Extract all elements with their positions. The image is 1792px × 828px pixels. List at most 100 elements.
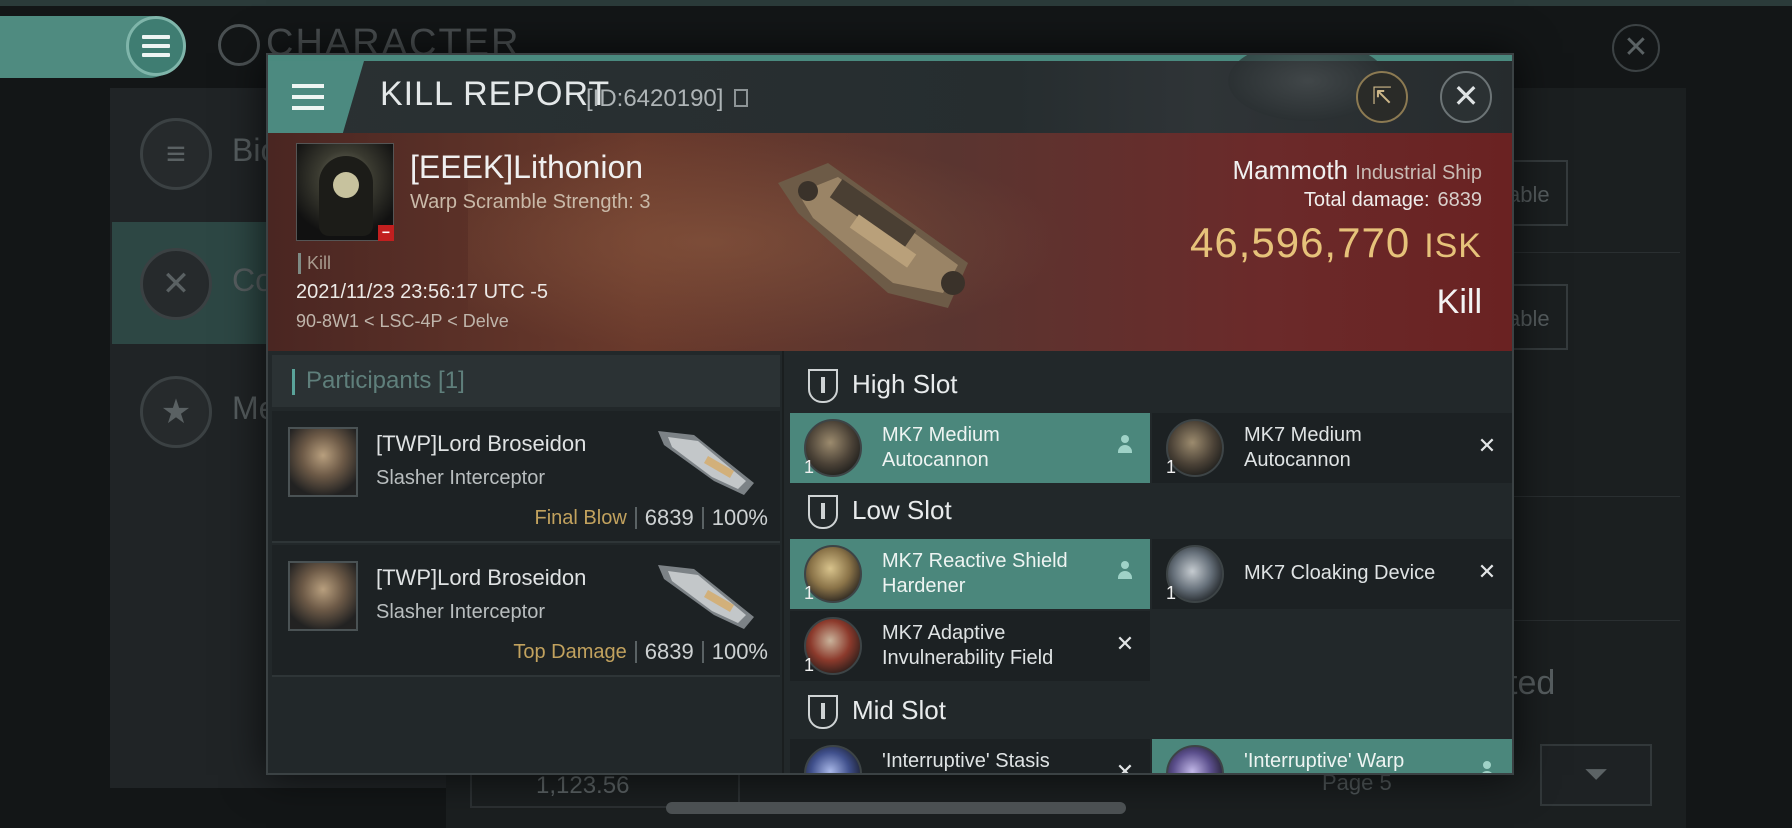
close-icon: ✕	[1115, 631, 1135, 656]
participant-avatar[interactable]	[288, 561, 358, 631]
hostile-badge-icon: −	[378, 225, 394, 241]
slot-label: High Slot	[852, 369, 958, 399]
participant-avatar[interactable]	[288, 427, 358, 497]
victim-ship-name[interactable]: Mammoth Industrial Ship	[1232, 155, 1482, 186]
divider	[634, 507, 637, 529]
fitting-panel: High Slot 1 MK7 Medium Autocannon 1 MK7 …	[786, 351, 1512, 773]
star-icon: ★	[140, 376, 212, 448]
module-item[interactable]: 1 'Interruptive' Stasis ✕	[790, 739, 1150, 773]
participant-row[interactable]: [TWP]Lord Broseidon Slasher Interceptor …	[272, 545, 780, 677]
divider	[701, 507, 704, 529]
close-icon: ✕	[1477, 433, 1497, 458]
close-icon: ✕	[1477, 559, 1497, 584]
module-quantity: 1	[804, 583, 815, 603]
crossed-swords-icon: ✕	[140, 248, 212, 320]
mid-slot-icon	[808, 695, 838, 729]
divider	[701, 641, 704, 663]
module-quantity: 1	[1166, 457, 1177, 477]
header-accent	[292, 369, 295, 395]
module-quantity: 1	[804, 457, 815, 477]
horizontal-scrollbar[interactable]	[666, 802, 1126, 814]
module-item[interactable]: 1 MK7 Medium Autocannon	[790, 413, 1150, 483]
victim-subtitle: Warp Scramble Strength: 3	[410, 191, 651, 213]
menu-icon	[142, 35, 170, 57]
high-slot-header: High Slot	[790, 357, 1512, 413]
copy-icon[interactable]	[734, 89, 748, 107]
module-item[interactable]: 1 MK7 Medium Autocannon ✕	[1152, 413, 1512, 483]
participant-ship: Slasher Interceptor	[376, 467, 545, 489]
slot-label: Low Slot	[852, 495, 952, 525]
participant-stats: Top Damage 6839 100%	[513, 639, 768, 665]
isk-amount: 46,596,770	[1189, 219, 1411, 266]
module-name: MK7 Medium Autocannon	[1244, 424, 1362, 471]
participant-stats: Final Blow 6839 100%	[535, 505, 769, 531]
participant-label: Final Blow	[534, 506, 627, 529]
person-icon	[1476, 761, 1498, 773]
filter-button[interactable]: ⏷	[1540, 744, 1652, 806]
participant-name[interactable]: [TWP]Lord Broseidon	[376, 431, 586, 457]
warp-disruptor-icon	[1166, 745, 1224, 773]
participant-ship-image	[658, 565, 754, 629]
victim-name[interactable]: [EEEK]Lithonion	[410, 149, 643, 186]
slot-label: Mid Slot	[852, 695, 946, 725]
person-icon	[1114, 561, 1136, 585]
module-name: 'Interruptive' Stasis	[882, 750, 1050, 772]
participant-label: Top Damage	[513, 640, 627, 663]
kill-datetime: 2021/11/23 23:56:17 UTC -5	[296, 281, 549, 303]
report-id: [ID:6420190]	[586, 85, 724, 112]
participant-percent: 100%	[711, 639, 768, 664]
participant-ship-image	[658, 431, 754, 495]
close-button[interactable]: ✕	[1440, 71, 1492, 123]
module-name: MK7 Medium Autocannon	[882, 424, 1000, 471]
top-accent-line	[0, 0, 1792, 6]
module-name: MK7 Reactive Shield Hardener	[882, 550, 1068, 597]
participant-damage: 6839	[644, 639, 694, 664]
participants-header: Participants [1]	[272, 355, 780, 407]
isk-unit: ISK	[1424, 227, 1482, 265]
result-label: Kill	[1436, 283, 1482, 321]
low-slot-icon	[808, 495, 838, 529]
list-icon: ≡	[140, 118, 212, 190]
participants-title: Participants [1]	[306, 367, 465, 394]
kill-banner: − [EEEK]Lithonion Warp Scramble Strength…	[268, 133, 1512, 351]
character-icon	[218, 24, 260, 66]
person-icon	[1114, 435, 1136, 459]
dialog-menu-button[interactable]	[268, 61, 364, 133]
total-damage: Total damage: 6839	[1304, 189, 1482, 212]
kill-location[interactable]: 90-8W1 < LSC-4P < Delve	[296, 311, 509, 332]
total-damage-value: 6839	[1437, 189, 1483, 211]
total-damage-label: Total damage:	[1303, 189, 1430, 211]
module-name: 'Interruptive' Warp	[1244, 750, 1405, 772]
participant-percent: 100%	[711, 505, 768, 530]
background-partial-text: ted	[1508, 664, 1556, 702]
module-item[interactable]: 1 MK7 Reactive Shield Hardener	[790, 539, 1150, 609]
participant-name[interactable]: [TWP]Lord Broseidon	[376, 565, 586, 591]
kill-tag: Kill	[298, 253, 331, 274]
share-icon: ⇱	[1371, 83, 1393, 110]
high-slot-icon	[808, 369, 838, 403]
participants-panel: Participants [1] [TWP]Lord Broseidon Sla…	[268, 351, 784, 773]
module-item[interactable]: 1 'Interruptive' Warp	[1152, 739, 1512, 773]
mid-slot-header: Mid Slot	[790, 683, 1512, 739]
ship-name: Mammoth	[1232, 155, 1349, 185]
victim-ship-image	[778, 163, 968, 308]
divider	[634, 641, 637, 663]
stasis-webifier-icon	[804, 745, 862, 773]
module-item[interactable]: 1 MK7 Adaptive Invulnerability Field ✕	[790, 611, 1150, 681]
background-close-button[interactable]: ✕	[1612, 24, 1660, 72]
low-slot-header: Low Slot	[790, 483, 1512, 539]
participant-damage: 6839	[644, 505, 694, 530]
module-name: MK7 Adaptive Invulnerability Field	[882, 622, 1054, 669]
filter-icon: ⏷	[1584, 758, 1608, 791]
module-name: MK7 Cloaking Device	[1244, 562, 1436, 584]
module-item[interactable]: 1 MK7 Cloaking Device ✕	[1152, 539, 1512, 609]
kill-report-dialog: KILL REPORT [ID:6420190] ⇱ ✕ − [EEEK]Lit…	[266, 53, 1514, 775]
dialog-title: KILL REPORT	[380, 75, 611, 113]
share-button[interactable]: ⇱	[1356, 71, 1408, 123]
close-icon: ✕	[1452, 78, 1480, 114]
background-menu-button[interactable]	[126, 16, 186, 76]
ship-class: Industrial Ship	[1355, 162, 1482, 184]
menu-icon	[292, 84, 324, 110]
participant-row[interactable]: [TWP]Lord Broseidon Slasher Interceptor …	[272, 411, 780, 543]
module-quantity: 1	[1166, 583, 1177, 603]
